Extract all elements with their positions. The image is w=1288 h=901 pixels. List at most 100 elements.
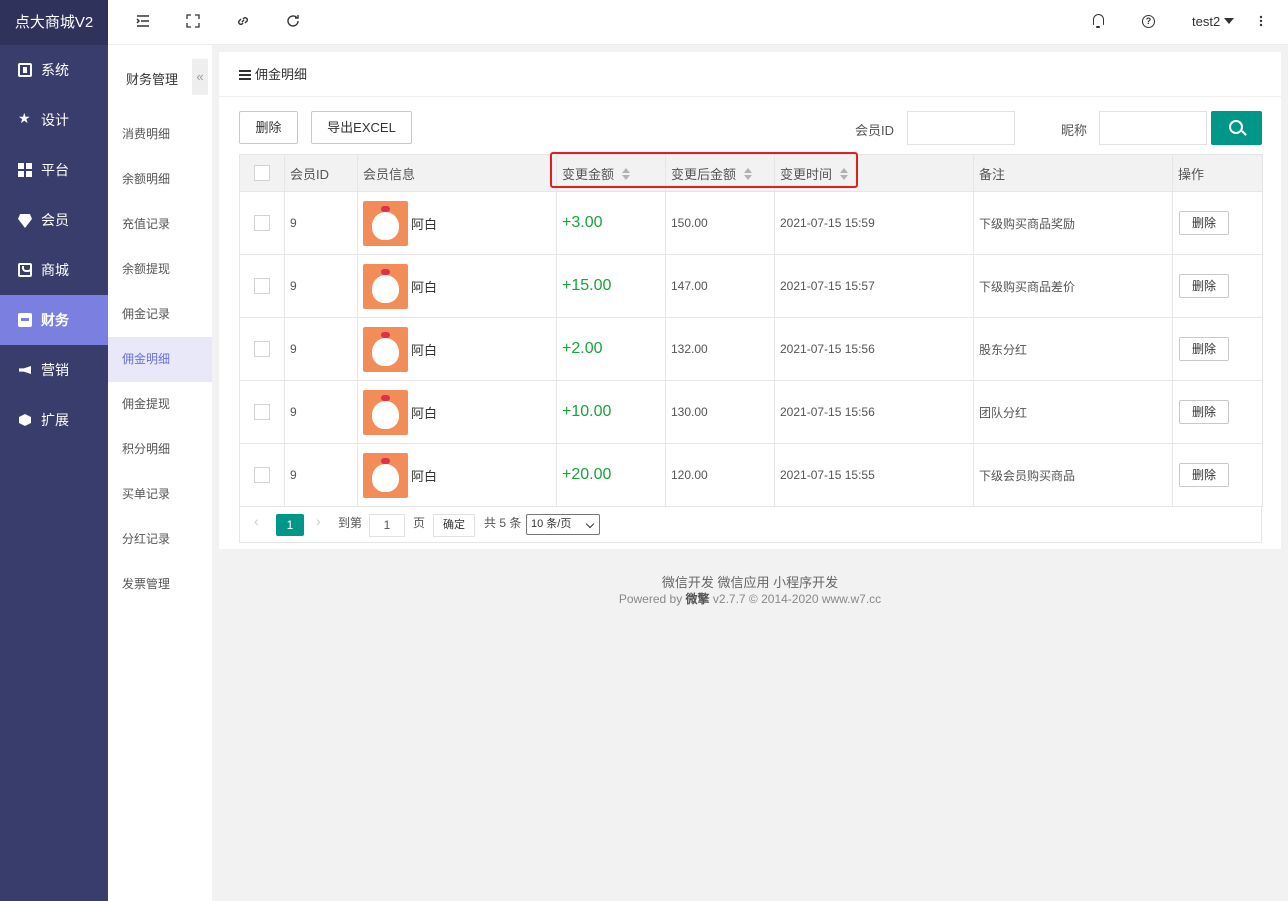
change-amount-cell: +3.00	[556, 191, 666, 255]
current-page[interactable]: 1	[276, 514, 304, 536]
user-menu[interactable]: test2	[1192, 14, 1235, 29]
brand-name[interactable]: 微擎	[686, 592, 710, 606]
indent-icon[interactable]	[134, 13, 152, 31]
sort-icon[interactable]	[622, 167, 631, 180]
col-label: 变更时间	[780, 166, 833, 182]
sort-icon[interactable]	[840, 167, 849, 180]
member-id-cell: 9	[284, 443, 358, 507]
col-after-amount[interactable]: 变更后金额	[665, 154, 775, 192]
sub-item-balance-detail[interactable]: 余额明细	[108, 157, 212, 202]
row-check-cell	[239, 443, 285, 507]
col-label: 变更后金额	[671, 166, 737, 182]
remark-cell: 下级会员购买商品	[973, 443, 1173, 507]
puzzle-icon	[18, 110, 32, 127]
goto-confirm-button[interactable]: 确定	[433, 514, 475, 537]
sidebar-item-label: 商城	[41, 262, 69, 278]
change-time-cell: 2021-07-15 15:59	[774, 191, 974, 255]
sub-item-balance-withdraw[interactable]: 余额提现	[108, 247, 212, 292]
content-card: 佣金明细 删除 导出EXCEL 会员ID 昵称 会员ID 会员信息 变更金额 变…	[219, 52, 1281, 549]
sub-item-recharge[interactable]: 充值记录	[108, 202, 212, 247]
next-page-button[interactable]: ›	[316, 513, 321, 529]
change-amount-cell: +10.00	[556, 380, 666, 444]
sub-item-commission-detail[interactable]: 佣金明细	[108, 337, 212, 382]
sub-item-consumption[interactable]: 消费明细	[108, 112, 212, 157]
caret-down-icon	[1224, 18, 1235, 24]
delete-button[interactable]: 删除	[239, 111, 298, 144]
help-icon[interactable]: ?	[1142, 15, 1155, 28]
remark-cell: 下级购买商品奖励	[973, 191, 1173, 255]
nickname-input[interactable]	[1099, 111, 1207, 145]
member-name: 阿白	[411, 216, 438, 232]
select-all-checkbox[interactable]	[254, 165, 270, 182]
link-icon[interactable]	[234, 13, 252, 31]
row-delete-button[interactable]: 删除	[1179, 400, 1229, 424]
row-delete-button[interactable]: 删除	[1179, 274, 1229, 298]
prev-page-button[interactable]: ‹	[254, 513, 259, 529]
member-name: 阿白	[411, 468, 438, 484]
sidebar-item-design[interactable]: 设计	[0, 95, 108, 145]
change-time-cell: 2021-07-15 15:56	[774, 380, 974, 444]
sub-item-invoice[interactable]: 发票管理	[108, 562, 212, 607]
top-bar: ? test2	[108, 0, 1288, 45]
export-excel-button[interactable]: 导出EXCEL	[311, 111, 412, 144]
sidebar-item-extension[interactable]: 扩展	[0, 395, 108, 445]
action-cell: 删除	[1172, 380, 1263, 444]
sub-item-dividend[interactable]: 分红记录	[108, 517, 212, 562]
per-page-select[interactable]: 10 条/页	[526, 514, 600, 535]
sidebar-item-platform[interactable]: 平台	[0, 145, 108, 195]
powered-by-label: Powered by	[618, 592, 683, 606]
row-delete-button[interactable]: 删除	[1179, 337, 1229, 361]
row-checkbox[interactable]	[254, 278, 270, 294]
grid-icon	[18, 163, 32, 177]
avatar	[363, 326, 408, 372]
after-amount-cell: 130.00	[665, 380, 775, 444]
row-checkbox[interactable]	[254, 404, 270, 420]
sidebar-item-label: 扩展	[41, 412, 69, 428]
action-cell: 删除	[1172, 317, 1263, 381]
refresh-icon[interactable]	[284, 13, 302, 31]
search-button[interactable]	[1211, 111, 1262, 145]
app-logo[interactable]: 点大商城V2	[0, 0, 108, 45]
sidebar-item-system[interactable]: 系统	[0, 45, 108, 95]
sidebar-item-shop[interactable]: 商城	[0, 245, 108, 295]
nickname-label: 昵称	[1061, 123, 1088, 138]
row-check-cell	[239, 317, 285, 381]
list-icon	[239, 70, 251, 80]
table-row: 9 阿白 +10.00 130.00 2021-07-15 15:56 团队分红…	[239, 380, 1263, 444]
fullscreen-icon[interactable]	[184, 13, 202, 31]
row-delete-button[interactable]: 删除	[1179, 463, 1229, 487]
row-checkbox[interactable]	[254, 467, 270, 483]
sidebar-item-finance[interactable]: 财务	[0, 295, 108, 345]
sidebar-item-label: 营销	[41, 362, 69, 378]
row-checkbox[interactable]	[254, 215, 270, 231]
more-icon[interactable]	[1252, 13, 1270, 31]
table-row: 9 阿白 +20.00 120.00 2021-07-15 15:55 下级会员…	[239, 443, 1263, 507]
change-time-cell: 2021-07-15 15:57	[774, 254, 974, 318]
collapse-button[interactable]: «	[192, 59, 208, 95]
sidebar-item-label: 平台	[41, 162, 69, 178]
member-id-input[interactable]	[907, 111, 1015, 145]
col-change-amount[interactable]: 变更金额	[556, 154, 666, 192]
bell-icon[interactable]	[1092, 14, 1105, 28]
sort-icon[interactable]	[744, 167, 753, 180]
row-delete-button[interactable]: 删除	[1179, 211, 1229, 235]
sub-item-payment[interactable]: 买单记录	[108, 472, 212, 517]
sub-item-commission-withdraw[interactable]: 佣金提现	[108, 382, 212, 427]
change-amount-cell: +2.00	[556, 317, 666, 381]
sidebar-item-marketing[interactable]: 营销	[0, 345, 108, 395]
sub-item-points[interactable]: 积分明细	[108, 427, 212, 472]
row-checkbox[interactable]	[254, 341, 270, 357]
goto-page-input[interactable]: 1	[369, 514, 405, 537]
cube-icon	[18, 413, 32, 427]
row-check-cell	[239, 254, 285, 318]
footer-links[interactable]: 微信开发 微信应用 小程序开发	[212, 575, 1288, 591]
sidebar-item-member[interactable]: 会员	[0, 195, 108, 245]
member-id-cell: 9	[284, 317, 358, 381]
remark-cell: 股东分红	[973, 317, 1173, 381]
col-member-info: 会员信息	[357, 154, 557, 192]
sub-item-commission-record[interactable]: 佣金记录	[108, 292, 212, 337]
version-text: v2.7.7 © 2014-2020 www.w7.cc	[712, 592, 882, 606]
col-member-id: 会员ID	[284, 154, 358, 192]
col-change-time[interactable]: 变更时间	[774, 154, 974, 192]
member-info-cell: 阿白	[357, 191, 557, 255]
